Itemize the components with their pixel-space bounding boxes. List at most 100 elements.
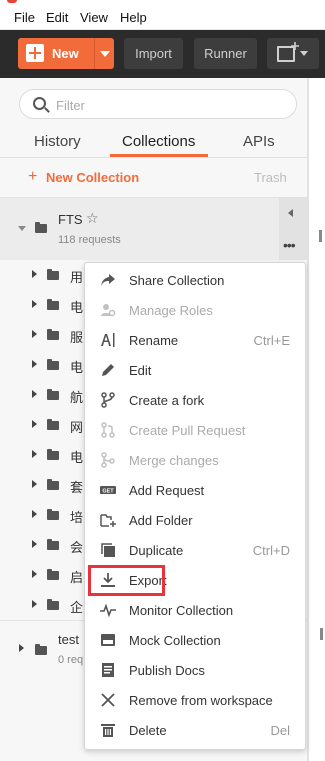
menu-item-add-request[interactable]: GET Add Request: [84, 475, 304, 505]
new-window-button[interactable]: [267, 38, 319, 69]
main-panel-edge: [320, 628, 323, 640]
chevron-right-icon[interactable]: [32, 540, 37, 548]
folder-icon: [47, 419, 59, 430]
folder-icon: [35, 222, 47, 233]
folder-name: 网: [70, 420, 84, 435]
divider: [94, 38, 95, 69]
menu-item-label: Rename: [129, 333, 179, 348]
menu-file[interactable]: File: [14, 10, 35, 25]
menu-item-label: Delete: [129, 723, 167, 738]
folder-icon: [47, 539, 59, 550]
menu-item-edit[interactable]: Edit: [84, 355, 304, 385]
collection-request-count: 118 requests: [58, 234, 121, 246]
folder-icon: [47, 569, 59, 580]
star-icon[interactable]: ☆: [86, 210, 99, 227]
tab-history[interactable]: History: [34, 133, 81, 150]
chevron-right-icon[interactable]: [32, 480, 37, 488]
chevron-right-icon[interactable]: [19, 644, 24, 652]
menu-item-label: Mock Collection: [129, 633, 221, 648]
manage-roles-icon: [101, 304, 116, 317]
menu-item-shortcut: Ctrl+D: [252, 543, 290, 558]
mock-server-icon: [101, 634, 115, 646]
chevron-right-icon[interactable]: [32, 300, 37, 308]
chevron-right-icon[interactable]: [32, 420, 37, 428]
chevron-right-icon[interactable]: [32, 360, 37, 368]
menu-item-label: Remove from workspace: [129, 693, 273, 708]
close-icon: [101, 693, 115, 707]
menu-item-label: Manage Roles: [129, 303, 213, 318]
chevron-right-icon[interactable]: [32, 330, 37, 338]
more-options-icon[interactable]: •••: [283, 237, 296, 253]
menu-item-label: Create Pull Request: [129, 423, 246, 438]
folder-icon: [47, 389, 59, 400]
menu-item-label: Publish Docs: [129, 663, 205, 678]
trash-link[interactable]: Trash: [254, 170, 287, 185]
folder-name: 会: [70, 540, 84, 555]
search-box[interactable]: [19, 89, 297, 119]
search-icon: [33, 97, 46, 110]
menu-item-label: Create a fork: [129, 393, 205, 408]
folder-name: 用: [70, 270, 84, 285]
window-close-icon[interactable]: [7, 0, 17, 3]
fork-icon: [101, 392, 115, 408]
merge-icon: [101, 452, 115, 468]
menu-item-delete[interactable]: Delete Del: [84, 715, 304, 745]
menu-item-publish-docs[interactable]: Publish Docs: [84, 655, 304, 685]
menu-item-label: Monitor Collection: [129, 603, 234, 618]
folder-name: 企: [70, 600, 84, 615]
chevron-down-icon[interactable]: [100, 51, 110, 57]
plus-icon: [26, 44, 44, 62]
menu-item-mock-collection[interactable]: Mock Collection: [84, 625, 304, 655]
docs-icon: [102, 663, 114, 677]
pencil-icon: [102, 364, 114, 376]
menu-item-remove-from-workspace[interactable]: Remove from workspace: [84, 685, 304, 715]
folder-icon: [35, 644, 47, 655]
folder-name: 套: [70, 480, 84, 495]
menu-item-duplicate[interactable]: Duplicate Ctrl+D: [84, 535, 304, 565]
folder-icon: [47, 359, 59, 370]
menu-item-manage-roles[interactable]: Manage Roles: [84, 295, 304, 325]
chevron-right-icon[interactable]: [32, 570, 37, 578]
divider: [308, 78, 309, 761]
menu-item-rename[interactable]: Rename Ctrl+E: [84, 325, 304, 355]
folder-icon: [47, 449, 59, 460]
collection-name: FTS: [58, 212, 83, 227]
menu-item-monitor-collection[interactable]: Monitor Collection: [84, 595, 304, 625]
chevron-right-icon[interactable]: [32, 600, 37, 608]
plus-icon: +: [28, 168, 38, 185]
chevron-left-icon[interactable]: [288, 209, 293, 217]
chevron-right-icon[interactable]: [32, 510, 37, 518]
menu-item-create-pull-request[interactable]: Create Pull Request: [84, 415, 304, 445]
menu-view[interactable]: View: [80, 10, 108, 25]
new-button[interactable]: New: [18, 38, 114, 69]
search-input[interactable]: [54, 94, 258, 116]
folder-icon: [47, 269, 59, 280]
menu-help[interactable]: Help: [120, 10, 147, 25]
pull-request-icon: [101, 422, 115, 438]
chevron-down-icon: [300, 51, 308, 56]
chevron-right-icon[interactable]: [32, 450, 37, 458]
chevron-down-icon[interactable]: [18, 226, 26, 231]
menu-item-label: Edit: [129, 363, 152, 378]
menu-edit[interactable]: Edit: [46, 10, 68, 25]
export-highlight-annotation: [88, 565, 165, 596]
menu-item-merge-changes[interactable]: Merge changes: [84, 445, 304, 475]
runner-button[interactable]: Runner: [194, 38, 257, 69]
tab-apis[interactable]: APIs: [243, 133, 275, 150]
chevron-right-icon[interactable]: [32, 390, 37, 398]
menu-item-label: Merge changes: [129, 453, 219, 468]
import-button[interactable]: Import: [124, 38, 183, 69]
menu-item-label: Duplicate: [129, 543, 184, 558]
tab-collections[interactable]: Collections: [122, 133, 195, 150]
chevron-right-icon[interactable]: [32, 270, 37, 278]
menu-item-label: Share Collection: [129, 273, 225, 288]
folder-icon: [47, 329, 59, 340]
menu-item-shortcut: Del: [270, 723, 290, 738]
new-window-icon: [277, 46, 295, 62]
folder-icon: [47, 509, 59, 520]
menu-item-share-collection[interactable]: Share Collection: [84, 265, 304, 295]
menu-item-create-fork[interactable]: Create a fork: [84, 385, 304, 415]
folder-name: 电: [70, 450, 84, 465]
share-icon: [101, 274, 115, 286]
menu-item-add-folder[interactable]: Add Folder: [84, 505, 304, 535]
